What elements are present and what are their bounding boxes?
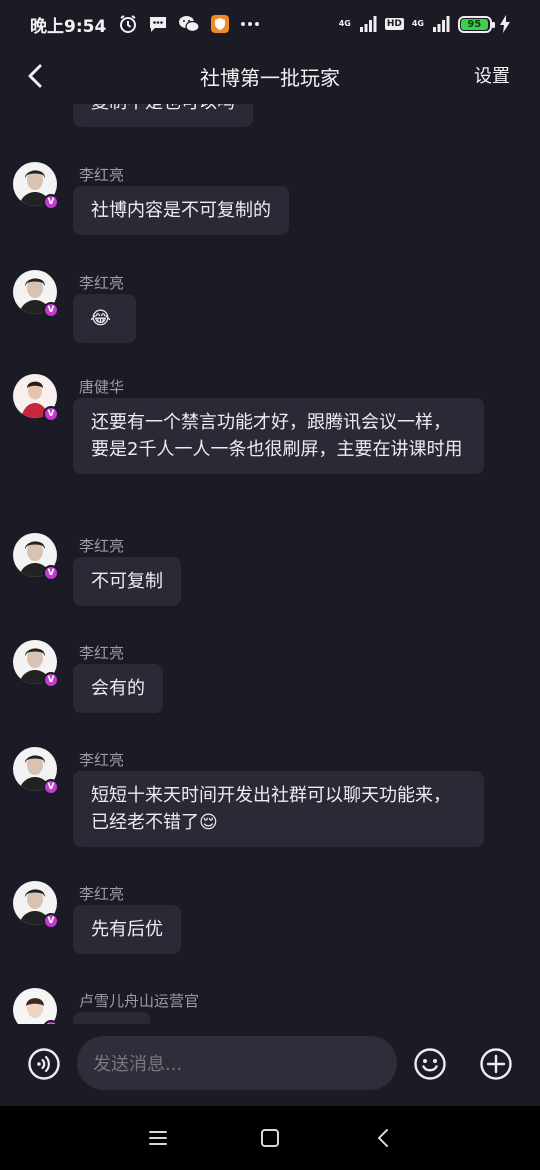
message-bubble[interactable]: 短短十来天时间开发出社群可以聊天功能来，已经老不错了😌	[73, 771, 484, 847]
message-bubble[interactable]: 😂	[73, 294, 136, 343]
alarm-icon	[118, 14, 138, 34]
verified-badge: V	[43, 913, 59, 929]
message-text: 😂	[90, 308, 112, 329]
menu-icon	[149, 1131, 167, 1145]
voice-icon	[28, 1048, 60, 1080]
avatar[interactable]: V	[13, 988, 59, 1024]
square-icon	[261, 1129, 279, 1147]
message-input[interactable]: 发送消息...	[77, 1036, 397, 1090]
message-bubble[interactable]: 复制不是也可以吗	[73, 104, 253, 127]
message-bubble[interactable]: 不可复制	[73, 557, 181, 606]
system-status-icons: 4G HD 4G 95	[339, 15, 510, 33]
sender-name: 李红亮	[79, 644, 125, 662]
sender-name: 卢雪儿舟山运营官	[79, 992, 200, 1010]
notification-icons	[118, 14, 260, 34]
sender-name: 李红亮	[79, 166, 125, 184]
emoji-button[interactable]	[413, 1047, 447, 1081]
verified-badge: V	[43, 672, 59, 688]
settings-button[interactable]: 设置	[474, 62, 510, 88]
avatar[interactable]: V	[13, 162, 59, 210]
verified-badge: V	[43, 302, 59, 318]
more-actions-button[interactable]	[479, 1047, 513, 1081]
chat-header: 社博第一批玩家 设置	[0, 48, 540, 104]
message-text: 复制不是也可以吗	[91, 104, 235, 113]
message-input-bar: 发送消息...	[0, 1024, 540, 1106]
message-bubble[interactable]: 会有的	[73, 664, 163, 713]
menu-nav-button[interactable]	[146, 1126, 170, 1150]
plus-icon	[480, 1048, 512, 1080]
avatar[interactable]: V	[13, 270, 59, 318]
message-bubble[interactable]: 社博内容是不可复制的	[73, 186, 289, 235]
chevron-left-icon	[28, 64, 42, 88]
back-button[interactable]	[16, 56, 56, 96]
avatar[interactable]: V	[13, 374, 59, 422]
avatar[interactable]: V	[13, 881, 59, 929]
message-text: 还要有一个禁言功能才好，跟腾讯会议一样，要是2千人一人一条也很刷屏，主要在讲课时…	[91, 412, 463, 460]
avatar-image	[13, 988, 57, 1024]
network-type-label-2: 4G	[411, 19, 424, 28]
chevron-left-icon	[378, 1129, 388, 1147]
sender-name: 李红亮	[79, 537, 125, 555]
status-time: 晚上9:54	[30, 16, 107, 37]
page-title: 社博第一批玩家	[200, 65, 340, 90]
verified-badge: V	[43, 406, 59, 422]
sender-name: 唐健华	[79, 378, 125, 396]
message-text: 社博内容是不可复制的	[91, 200, 271, 221]
more-dots-icon	[240, 20, 260, 28]
signal-group-1: 4G	[339, 20, 351, 28]
message-text: 会有的	[91, 678, 145, 699]
sender-name: 李红亮	[79, 885, 125, 903]
shield-app-icon	[210, 14, 230, 34]
sender-name: 李红亮	[79, 751, 125, 769]
sender-name: 李红亮	[79, 274, 125, 292]
message-bubble[interactable]: 先有后优	[73, 905, 181, 954]
verified-badge: V	[43, 565, 59, 581]
message-text: 短短十来天时间开发出社群可以聊天功能来，已经老不错了😌	[91, 785, 451, 833]
voice-input-button[interactable]	[27, 1047, 61, 1081]
message-bubble[interactable]: 还要有一个禁言功能才好，跟腾讯会议一样，要是2千人一人一条也很刷屏，主要在讲课时…	[73, 398, 484, 474]
message-text: 不可复制	[91, 571, 163, 592]
signal-icon	[359, 16, 377, 32]
status-bar: 晚上9:54 4G HD 4G 95	[0, 0, 540, 48]
back-nav-button[interactable]	[372, 1126, 396, 1150]
message-bubble[interactable]	[73, 1012, 150, 1024]
system-nav-bar	[0, 1106, 540, 1170]
verified-badge: V	[43, 779, 59, 795]
avatar[interactable]: V	[13, 747, 59, 795]
message-icon	[148, 14, 168, 34]
signal-icon-2	[432, 16, 450, 32]
hd-badge: HD	[384, 18, 404, 30]
verified-badge: V	[43, 194, 59, 210]
wechat-icon	[178, 14, 200, 34]
network-type-label: 4G	[338, 19, 351, 28]
smiley-icon	[414, 1048, 446, 1080]
battery-indicator: 95	[458, 15, 495, 33]
avatar[interactable]: V	[13, 640, 59, 688]
message-list[interactable]: 复制不是也可以吗 V 李红亮 社博内容是不可复制的 V 李红亮 😂	[0, 104, 540, 1024]
battery-level: 95	[461, 18, 488, 30]
charging-icon	[500, 15, 510, 33]
avatar[interactable]: V	[13, 533, 59, 581]
home-nav-button[interactable]	[258, 1126, 282, 1150]
message-text: 先有后优	[91, 919, 163, 940]
